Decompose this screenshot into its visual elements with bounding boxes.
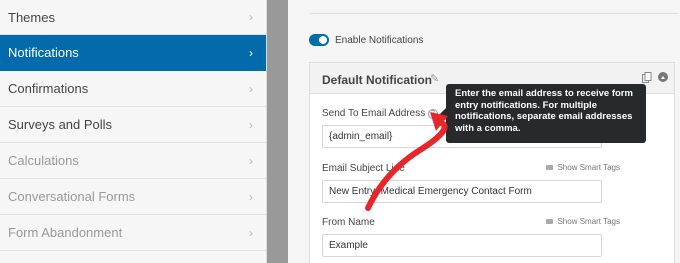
sidebar-item-label: Form Abandonment xyxy=(8,225,123,240)
send-to-label: Send To Email Address xyxy=(322,108,426,119)
subject-label: Email Subject Line xyxy=(322,163,405,174)
from-name-field[interactable]: Example xyxy=(322,234,602,257)
send-to-value: {admin_email} xyxy=(329,131,393,142)
divider xyxy=(310,13,678,14)
from-name-value: Example xyxy=(329,240,368,251)
help-icon[interactable]: ? xyxy=(428,109,438,119)
smart-tags-label: Show Smart Tags xyxy=(557,217,620,226)
enable-notifications-label: Enable Notifications xyxy=(335,34,424,46)
chevron-right-icon: › xyxy=(249,117,253,132)
tag-icon xyxy=(546,165,554,170)
sidebar-item-label: Calculations xyxy=(8,153,79,168)
chevron-right-icon: › xyxy=(249,225,253,240)
chevron-right-icon: › xyxy=(249,45,253,60)
sidebar-item-conversational-forms[interactable]: Conversational Forms › xyxy=(0,179,266,215)
toggle-knob xyxy=(319,36,327,44)
sidebar-item-label: Confirmations xyxy=(8,81,89,96)
sidebar-item-notifications[interactable]: Notifications › xyxy=(0,35,266,71)
sidebar-item-surveys-polls[interactable]: Surveys and Polls › xyxy=(0,107,266,143)
sidebar-item-confirmations[interactable]: Confirmations › xyxy=(0,71,266,107)
sidebar-scroll-gutter xyxy=(267,0,288,263)
collapse-icon[interactable] xyxy=(658,72,668,82)
sidebar-item-form-abandonment[interactable]: Form Abandonment › xyxy=(0,215,266,251)
sidebar-item-label: Notifications xyxy=(8,45,79,60)
help-tooltip: Enter the email address to receive form … xyxy=(440,84,646,143)
settings-sidebar: Themes › Notifications › Confirmations ›… xyxy=(0,0,267,263)
sidebar-item-themes[interactable]: Themes › xyxy=(0,0,266,35)
email-subject-field[interactable]: New Entry: Medical Emergency Contact For… xyxy=(322,180,602,203)
pencil-icon[interactable]: ✎ xyxy=(430,72,439,85)
sidebar-item-label: Surveys and Polls xyxy=(8,117,113,132)
from-name-label: From Name xyxy=(322,217,375,228)
chevron-right-icon: › xyxy=(249,10,253,24)
chevron-right-icon: › xyxy=(249,153,253,168)
duplicate-icon[interactable] xyxy=(642,72,652,83)
chevron-right-icon: › xyxy=(249,189,253,204)
smart-tags-label: Show Smart Tags xyxy=(557,163,620,172)
sidebar-item-label: Conversational Forms xyxy=(8,189,136,204)
sidebar-item-calculations[interactable]: Calculations › xyxy=(0,143,266,179)
tag-icon xyxy=(546,219,554,224)
sidebar-item-label: Themes xyxy=(8,9,55,25)
show-smart-tags-link[interactable]: Show Smart Tags xyxy=(546,217,620,226)
subject-value: New Entry: Medical Emergency Contact For… xyxy=(329,186,532,197)
enable-notifications-row: Enable Notifications xyxy=(309,34,423,46)
panel-title: Default Notification xyxy=(322,73,432,87)
enable-notifications-toggle[interactable] xyxy=(309,34,329,46)
chevron-right-icon: › xyxy=(249,81,253,96)
show-smart-tags-link[interactable]: Show Smart Tags xyxy=(546,163,620,172)
